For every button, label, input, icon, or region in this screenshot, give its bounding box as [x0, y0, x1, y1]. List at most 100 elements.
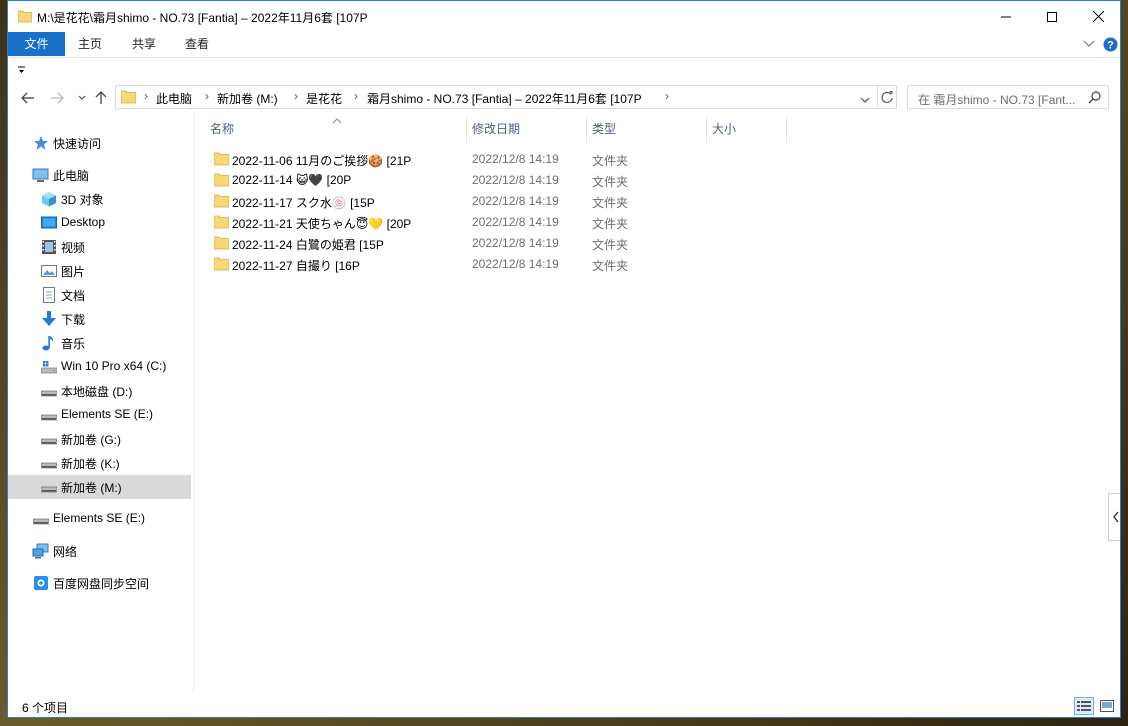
table-row[interactable]: 2022-11-24 白鷺の姫君 [15P 2022/12/8 14:19 文件…: [212, 233, 772, 254]
tab-share[interactable]: 共享: [126, 32, 162, 56]
close-button[interactable]: [1075, 1, 1120, 32]
sidebar-item-elements-se[interactable]: Elements SE (E:): [8, 507, 191, 531]
sidebar-item-videos[interactable]: 视频: [8, 235, 191, 259]
file-type: 文件夹: [592, 196, 629, 210]
file-name: 2022-11-24 白鷺の姫君 [15P: [232, 238, 384, 252]
breadcrumb-separator-icon: ›: [205, 89, 209, 103]
column-header-size[interactable]: 大小: [712, 117, 786, 145]
sidebar-item-label: 文档: [61, 289, 86, 303]
sidebar-item-label: 此电脑: [53, 169, 90, 183]
sort-ascending-icon: [332, 113, 342, 127]
column-header-type[interactable]: 类型: [592, 117, 702, 145]
video-icon: [41, 239, 57, 255]
file-date: 2022/12/8 14:19: [472, 257, 559, 271]
column-divider[interactable]: [706, 117, 707, 143]
quick-access-toolbar: [8, 59, 1120, 81]
sidebar-item-drive-e[interactable]: Elements SE (E:): [8, 403, 191, 427]
breadcrumb-separator-icon: ›: [144, 89, 148, 103]
search-box[interactable]: 在 霜月shimo - NO.73 [Fant...: [907, 85, 1109, 109]
sidebar-item-label: 网络: [53, 545, 78, 559]
folder-icon: [17, 9, 33, 26]
address-divider: [877, 86, 878, 108]
sidebar-item-3d-objects[interactable]: 3D 对象: [8, 187, 191, 211]
column-header-label: 类型: [592, 122, 617, 136]
help-icon[interactable]: ?: [1103, 37, 1118, 55]
sidebar-item-label: Elements SE (E:): [53, 511, 146, 525]
column-divider[interactable]: [586, 117, 587, 143]
system-drive-icon: [40, 359, 58, 375]
baidu-cloud-icon: [33, 575, 49, 591]
file-type: 文件夹: [592, 154, 629, 168]
column-divider[interactable]: [786, 117, 787, 143]
sidebar-item-label: 快速访问: [53, 137, 102, 151]
cube-icon: [41, 191, 57, 207]
search-icon[interactable]: [1088, 91, 1101, 107]
search-input[interactable]: 在 霜月shimo - NO.73 [Fant...: [918, 91, 1075, 108]
tab-view[interactable]: 查看: [179, 32, 215, 56]
sidebar-item-label: Desktop: [61, 215, 106, 229]
table-row[interactable]: 2022-11-27 自撮り [16P 2022/12/8 14:19 文件夹: [212, 254, 772, 275]
sidebar-item-quick-access[interactable]: 快速访问: [8, 131, 191, 155]
sidebar-item-drive-k[interactable]: 新加卷 (K:): [8, 451, 191, 475]
sidebar-item-label: 音乐: [61, 337, 86, 351]
drive-icon: [40, 479, 58, 495]
breadcrumb-this-pc[interactable]: 此电脑: [156, 90, 192, 107]
file-name: 2022-11-21 天使ちゃん😇💛 [20P: [232, 217, 412, 231]
back-arrow-icon[interactable]: [19, 89, 37, 107]
sidebar-item-network[interactable]: 网络: [8, 539, 191, 563]
folder-icon: [213, 236, 230, 253]
file-type: 文件夹: [592, 259, 629, 273]
svg-text:?: ?: [1107, 40, 1114, 52]
sidebar-item-documents[interactable]: 文档: [8, 283, 191, 307]
navigation-bar: › 此电脑 › 新加卷 (M:) › 是花花 › 霜月shimo - NO.73…: [8, 83, 1120, 113]
file-name: 2022-11-14 😺🖤 [20P: [232, 173, 352, 187]
sidebar-item-music[interactable]: 音乐: [8, 331, 191, 355]
file-name: 2022-11-06 11月のご挨拶🍪 [21P: [232, 154, 412, 168]
sidebar-item-pictures[interactable]: 图片: [8, 259, 191, 283]
sidebar-item-drive-m[interactable]: 新加卷 (M:): [8, 475, 191, 499]
address-history-icon[interactable]: [860, 93, 870, 107]
customize-toolbar-icon[interactable]: [18, 64, 26, 78]
desktop-icon: [41, 215, 57, 231]
breadcrumb-current[interactable]: 霜月shimo - NO.73 [Fantia] – 2022年11月6套 [1…: [367, 90, 642, 107]
tab-home[interactable]: 主页: [72, 32, 108, 56]
file-date: 2022/12/8 14:19: [472, 173, 559, 187]
sidebar-item-label: 下载: [61, 313, 86, 327]
file-type: 文件夹: [592, 217, 629, 231]
recent-dropdown-icon[interactable]: [73, 89, 91, 107]
table-row[interactable]: 2022-11-17 スク水🍥 [15P 2022/12/8 14:19 文件夹: [212, 191, 772, 212]
column-divider[interactable]: [466, 117, 467, 143]
breadcrumb-folder[interactable]: 是花花: [306, 90, 342, 107]
folder-icon: [213, 257, 230, 274]
up-arrow-icon[interactable]: [92, 89, 110, 107]
navigation-pane: 快速访问 此电脑 3D 对象 Desktop 视频 图片 文档 下载 音乐 Wi…: [8, 113, 193, 693]
sidebar-item-this-pc[interactable]: 此电脑: [8, 163, 191, 187]
minimize-button[interactable]: [983, 1, 1029, 32]
ribbon: 文件 主页 共享 查看 ?: [8, 32, 1120, 58]
table-row[interactable]: 2022-11-14 😺🖤 [20P 2022/12/8 14:19 文件夹: [212, 170, 772, 191]
file-name: 2022-11-17 スク水🍥 [15P: [232, 196, 375, 210]
forward-arrow-icon[interactable]: [48, 89, 66, 107]
sidebar-item-desktop[interactable]: Desktop: [8, 211, 191, 235]
refresh-icon[interactable]: [880, 90, 894, 107]
details-view-button[interactable]: [1074, 697, 1094, 715]
details-pane-toggle[interactable]: [1108, 493, 1120, 541]
sidebar-item-drive-g[interactable]: 新加卷 (G:): [8, 427, 191, 451]
sidebar-item-downloads[interactable]: 下载: [8, 307, 191, 331]
breadcrumb-separator-icon: ›: [354, 89, 358, 103]
tab-file[interactable]: 文件: [8, 32, 65, 56]
sidebar-item-drive-c[interactable]: Win 10 Pro x64 (C:): [8, 355, 191, 379]
address-bar[interactable]: › 此电脑 › 新加卷 (M:) › 是花花 › 霜月shimo - NO.73…: [115, 85, 897, 109]
sidebar-item-label: 百度网盘同步空间: [53, 577, 150, 591]
table-row[interactable]: 2022-11-21 天使ちゃん😇💛 [20P 2022/12/8 14:19 …: [212, 212, 772, 233]
chevron-down-icon[interactable]: [1083, 38, 1095, 52]
sidebar-item-drive-d[interactable]: 本地磁盘 (D:): [8, 379, 191, 403]
breadcrumb-drive-m[interactable]: 新加卷 (M:): [217, 90, 278, 107]
maximize-button[interactable]: [1029, 1, 1075, 32]
column-header-date[interactable]: 修改日期: [472, 117, 584, 145]
large-icons-view-button[interactable]: [1097, 697, 1117, 715]
table-row[interactable]: 2022-11-06 11月のご挨拶🍪 [21P 2022/12/8 14:19…: [212, 149, 772, 170]
sidebar-item-label: 新加卷 (K:): [61, 457, 120, 471]
breadcrumb-separator-icon: ›: [294, 89, 298, 103]
sidebar-item-baidu-sync[interactable]: 百度网盘同步空间: [8, 571, 191, 595]
